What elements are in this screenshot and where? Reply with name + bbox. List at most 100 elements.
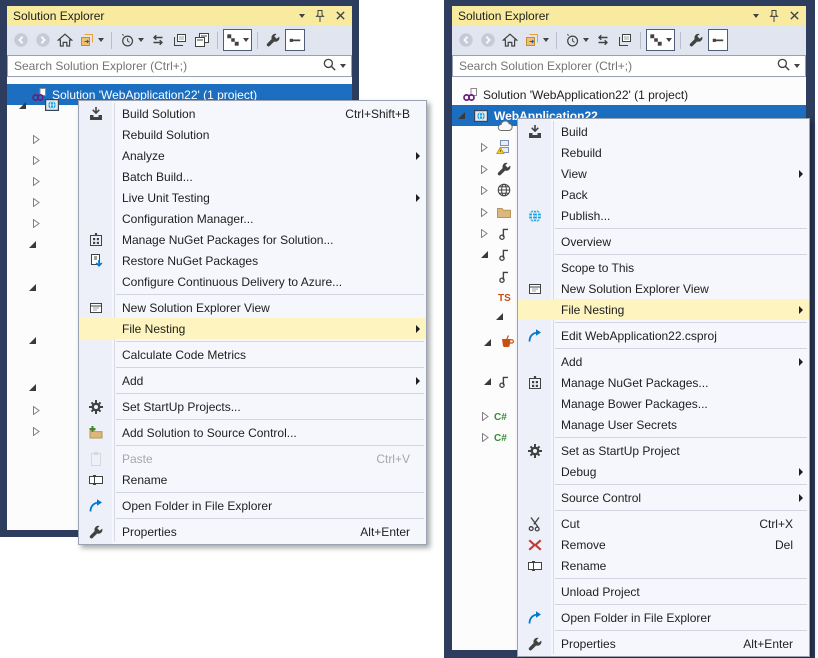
collapsed-expander-icon[interactable] xyxy=(32,198,41,207)
menu-item-manage-bower-packages[interactable]: Manage Bower Packages... xyxy=(518,393,809,414)
expanded-expander-icon[interactable] xyxy=(483,377,492,386)
nav-back-button[interactable] xyxy=(11,29,31,51)
menu-item-manage-nuget-packages[interactable]: Manage NuGet Packages... xyxy=(518,372,809,393)
window-position-button[interactable] xyxy=(753,14,759,18)
home-button[interactable] xyxy=(55,29,75,51)
menu-item-configure-continuous-delivery-to-azure[interactable]: Configure Continuous Delivery to Azure..… xyxy=(79,271,426,292)
sync-selection-button[interactable] xyxy=(148,29,168,51)
solution-node[interactable]: Solution 'WebApplication22' (1 project) xyxy=(452,84,806,105)
sync-selection-button[interactable] xyxy=(593,29,613,51)
collapse-all-button[interactable] xyxy=(170,29,190,51)
close-button[interactable] xyxy=(335,10,346,21)
tool-window-titlebar[interactable]: Solution Explorer xyxy=(7,6,352,25)
expanded-expander-icon[interactable] xyxy=(480,250,489,259)
menu-item-view[interactable]: View xyxy=(518,163,809,184)
menu-item-set-startup-projects[interactable]: Set StartUp Projects... xyxy=(79,396,426,417)
menu-item-set-as-startup-project[interactable]: Set as StartUp Project xyxy=(518,440,809,461)
menu-item-analyze[interactable]: Analyze xyxy=(79,145,426,166)
expanded-expander-icon[interactable] xyxy=(495,312,504,321)
pending-changes-filter-button[interactable] xyxy=(117,29,146,51)
menu-item-new-solution-explorer-view[interactable]: New Solution Explorer View xyxy=(79,297,426,318)
menu-item-source-control[interactable]: Source Control xyxy=(518,487,809,508)
expanded-expander-icon[interactable] xyxy=(28,283,37,292)
nav-forward-button[interactable] xyxy=(478,29,498,51)
collapsed-expander-icon[interactable] xyxy=(32,135,41,144)
menu-item-file-nesting[interactable]: File Nesting xyxy=(79,318,426,339)
pin-button[interactable] xyxy=(768,9,780,23)
close-button[interactable] xyxy=(789,10,800,21)
tool-window-titlebar[interactable]: Solution Explorer xyxy=(452,6,806,25)
expanded-expander-icon[interactable] xyxy=(483,338,492,347)
menu-item-pack[interactable]: Pack xyxy=(518,184,809,205)
collapsed-expander-icon[interactable] xyxy=(32,427,41,436)
menu-item-properties[interactable]: PropertiesAlt+Enter xyxy=(79,521,426,542)
sync-with-active-document-button[interactable] xyxy=(646,29,675,51)
pin-button[interactable] xyxy=(314,9,326,23)
collapsed-expander-icon[interactable] xyxy=(480,165,489,174)
collapsed-expander-icon[interactable] xyxy=(32,156,41,165)
search-input[interactable] xyxy=(8,59,322,73)
search-icon[interactable] xyxy=(322,57,337,75)
menu-item-rename[interactable]: Rename xyxy=(79,469,426,490)
collapsed-expander-icon[interactable] xyxy=(480,143,489,152)
search-input[interactable] xyxy=(453,59,776,73)
sync-with-active-document-button[interactable] xyxy=(223,29,252,51)
preview-selected-items-button[interactable] xyxy=(708,29,728,51)
properties-window-button[interactable] xyxy=(192,29,212,51)
expanded-expander-icon[interactable] xyxy=(18,101,27,110)
collapsed-expander-icon[interactable] xyxy=(481,412,490,421)
collapsed-expander-icon[interactable] xyxy=(32,177,41,186)
properties-button[interactable] xyxy=(686,29,706,51)
menu-item-publish[interactable]: Publish... xyxy=(518,205,809,226)
menu-item-add-solution-to-source-control[interactable]: Add Solution to Source Control... xyxy=(79,422,426,443)
menu-item-manage-user-secrets[interactable]: Manage User Secrets xyxy=(518,414,809,435)
expanded-expander-icon[interactable] xyxy=(457,111,466,120)
menu-item-remove[interactable]: RemoveDel xyxy=(518,534,809,555)
expanded-expander-icon[interactable] xyxy=(28,336,37,345)
menu-item-scope-to-this[interactable]: Scope to This xyxy=(518,257,809,278)
preview-selected-items-button[interactable] xyxy=(285,29,305,51)
search-options-chevron-icon[interactable] xyxy=(340,64,346,68)
menu-item-live-unit-testing[interactable]: Live Unit Testing xyxy=(79,187,426,208)
menu-item-new-solution-explorer-view[interactable]: New Solution Explorer View xyxy=(518,278,809,299)
collapsed-expander-icon[interactable] xyxy=(481,433,490,442)
menu-item-open-folder-in-file-explorer[interactable]: Open Folder in File Explorer xyxy=(518,607,809,628)
menu-item-manage-nuget-packages-for-solution[interactable]: Manage NuGet Packages for Solution... xyxy=(79,229,426,250)
collapsed-expander-icon[interactable] xyxy=(480,186,489,195)
switch-views-button[interactable] xyxy=(522,29,551,51)
menu-item-cut[interactable]: CutCtrl+X xyxy=(518,513,809,534)
menu-item-calculate-code-metrics[interactable]: Calculate Code Metrics xyxy=(79,344,426,365)
switch-views-button[interactable] xyxy=(77,29,106,51)
search-options-chevron-icon[interactable] xyxy=(794,64,800,68)
menu-item-build-solution[interactable]: Build SolutionCtrl+Shift+B xyxy=(79,103,426,124)
menu-item-restore-nuget-packages[interactable]: Restore NuGet Packages xyxy=(79,250,426,271)
menu-item-batch-build[interactable]: Batch Build... xyxy=(79,166,426,187)
menu-item-rebuild[interactable]: Rebuild xyxy=(518,142,809,163)
menu-item-rename[interactable]: Rename xyxy=(518,555,809,576)
menu-item-unload-project[interactable]: Unload Project xyxy=(518,581,809,602)
properties-button[interactable] xyxy=(263,29,283,51)
menu-item-debug[interactable]: Debug xyxy=(518,461,809,482)
expanded-expander-icon[interactable] xyxy=(28,240,37,249)
collapsed-expander-icon[interactable] xyxy=(32,406,41,415)
collapsed-expander-icon[interactable] xyxy=(480,208,489,217)
collapsed-expander-icon[interactable] xyxy=(480,229,489,238)
window-position-button[interactable] xyxy=(299,14,305,18)
menu-item-build[interactable]: Build xyxy=(518,121,809,142)
menu-item-add[interactable]: Add xyxy=(518,351,809,372)
menu-item-file-nesting[interactable]: File Nesting xyxy=(518,299,809,320)
menu-item-properties[interactable]: PropertiesAlt+Enter xyxy=(518,633,809,654)
nav-forward-button[interactable] xyxy=(33,29,53,51)
menu-item-open-folder-in-file-explorer[interactable]: Open Folder in File Explorer xyxy=(79,495,426,516)
menu-item-overview[interactable]: Overview xyxy=(518,231,809,252)
pending-changes-filter-button[interactable] xyxy=(562,29,591,51)
expanded-expander-icon[interactable] xyxy=(28,383,37,392)
search-icon[interactable] xyxy=(776,57,791,75)
menu-item-add[interactable]: Add xyxy=(79,370,426,391)
collapse-all-button[interactable] xyxy=(615,29,635,51)
menu-item-rebuild-solution[interactable]: Rebuild Solution xyxy=(79,124,426,145)
collapsed-expander-icon[interactable] xyxy=(32,219,41,228)
menu-item-edit-webapplication22-csproj[interactable]: Edit WebApplication22.csproj xyxy=(518,325,809,346)
home-button[interactable] xyxy=(500,29,520,51)
nav-back-button[interactable] xyxy=(456,29,476,51)
